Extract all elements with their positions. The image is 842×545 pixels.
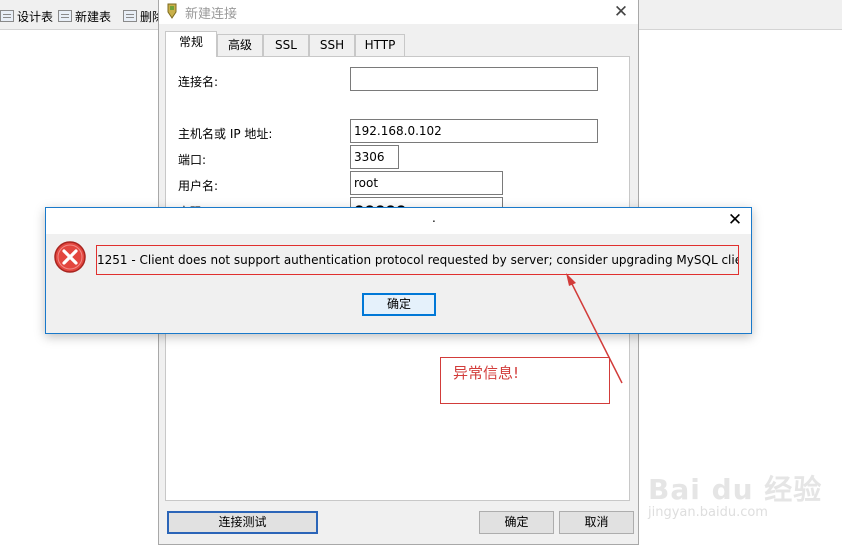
annotation-box: 异常信息! <box>440 357 610 404</box>
toolbar-design-table-label: 设计表 <box>17 9 54 24</box>
cancel-button[interactable]: 取消 <box>559 511 634 534</box>
error-icon <box>54 241 86 273</box>
new-table-icon <box>58 10 72 22</box>
toolbar-new-table-label: 新建表 <box>75 9 112 24</box>
host-label: 主机名或 IP 地址: <box>178 127 273 141</box>
watermark-logo: Bai du 经验 <box>648 473 823 506</box>
design-table-icon <box>0 10 14 22</box>
test-connection-button[interactable]: 连接测试 <box>167 511 318 534</box>
connection-name-input[interactable] <box>350 67 598 91</box>
tab-ssh[interactable]: SSH <box>309 34 355 56</box>
tab-advanced[interactable]: 高级 <box>217 34 263 56</box>
port-label: 端口: <box>178 153 207 167</box>
watermark-url: jingyan.baidu.com <box>648 505 768 520</box>
toolbar-new-table[interactable]: 新建表 <box>58 8 111 24</box>
error-ok-button[interactable]: 确定 <box>362 293 436 316</box>
window-titlebar: 新建连接 ✕ <box>159 0 638 24</box>
error-dialog: . ✕ 1251 - Client does not support authe… <box>45 207 752 334</box>
close-icon[interactable]: ✕ <box>723 208 747 232</box>
error-dialog-titlebar: . ✕ <box>46 208 751 234</box>
close-icon[interactable]: ✕ <box>610 1 632 23</box>
annotation-text: 异常信息! <box>453 364 520 382</box>
tab-general[interactable]: 常规 <box>165 31 217 57</box>
ok-button[interactable]: 确定 <box>479 511 554 534</box>
port-input[interactable]: 3306 <box>350 145 399 169</box>
window-title: 新建连接 <box>185 7 238 22</box>
connection-name-label: 连接名: <box>178 75 219 89</box>
tab-http[interactable]: HTTP <box>355 34 405 56</box>
username-input[interactable]: root <box>350 171 503 195</box>
toolbar-design-table[interactable]: 设计表 <box>0 8 53 24</box>
tab-ssl[interactable]: SSL <box>263 34 309 56</box>
delete-table-icon <box>123 10 137 22</box>
username-label: 用户名: <box>178 179 219 193</box>
connection-icon <box>167 3 177 19</box>
error-dialog-title: . <box>432 211 436 225</box>
host-input[interactable]: 192.168.0.102 <box>350 119 598 143</box>
error-message: 1251 - Client does not support authentic… <box>96 245 739 275</box>
